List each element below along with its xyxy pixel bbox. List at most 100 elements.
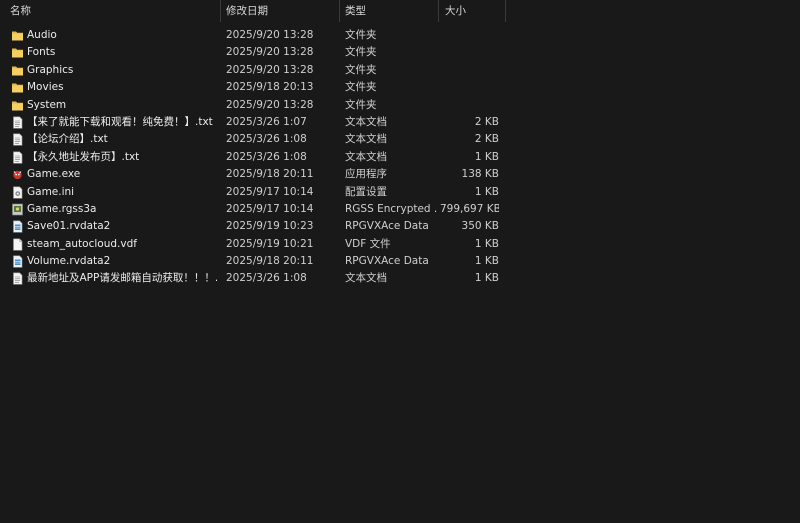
file-size: 1 KB (474, 255, 499, 268)
file-type: 文件夹 (345, 98, 377, 111)
file-modified-date: 2025/3/26 1:07 (226, 115, 307, 128)
file-row[interactable]: steam_autocloud.vdf 2025/9/19 10:21 VDF 文件… (0, 236, 506, 253)
file-name: 【永久地址发布页】.txt (27, 150, 140, 163)
file-row[interactable]: Save01.rvdata2 2025/9/19 10:23 RPGVXAce Da… (0, 218, 506, 235)
file-name: Game.rgss3a (27, 202, 97, 215)
file-modified-date: 2025/9/18 20:11 (226, 168, 314, 181)
file-size: 2 KB (474, 133, 499, 146)
file-size: 1 KB (474, 185, 499, 198)
file-row[interactable]: Audio 2025/9/20 13:28 文件夹 (0, 27, 506, 44)
game-exe-icon (11, 168, 24, 181)
file-name: System (27, 98, 67, 111)
file-size: 350 KB (461, 220, 499, 233)
file-type: 文本文档 (345, 115, 387, 128)
file-modified-date: 2025/9/18 20:11 (226, 255, 314, 268)
file-size (440, 97, 499, 114)
folder-icon (11, 64, 24, 77)
file-name: Game.ini (27, 185, 75, 198)
file-name: Volume.rvdata2 (27, 255, 111, 268)
file-type: 应用程序 (345, 168, 387, 181)
file-name: Game.exe (27, 168, 81, 181)
folder-icon (11, 81, 24, 94)
file-name: 【论坛介绍】.txt (27, 133, 108, 146)
file-type: 文件夹 (345, 29, 377, 41)
file-row[interactable]: Volume.rvdata2 2025/9/18 20:11 RPGVXAce Da… (0, 253, 506, 270)
column-header-date[interactable]: 修改日期 (226, 0, 268, 22)
file-size: 1 KB (474, 272, 499, 285)
file-size (440, 44, 499, 61)
text-file-icon (11, 151, 24, 164)
file-name: steam_autocloud.vdf (27, 237, 137, 250)
file-type: 文本文档 (345, 133, 387, 146)
file-size (440, 79, 499, 96)
file-type: 文本文档 (345, 272, 387, 285)
column-divider[interactable] (505, 0, 506, 22)
file-type: RPGVXAce Data (345, 255, 429, 268)
file-row[interactable]: Graphics 2025/9/20 13:28 文件夹 (0, 62, 506, 79)
data-file-icon (11, 220, 24, 233)
file-size: 799,697 KB (440, 202, 499, 215)
file-size: 1 KB (474, 237, 499, 250)
file-name: 最新地址及APP请发邮箱自动获取！！！.... (27, 272, 217, 285)
file-type: RGSS Encrypted ... (345, 202, 437, 215)
folder-icon (11, 29, 24, 42)
ini-file-icon (11, 186, 24, 199)
file-size (440, 62, 499, 79)
file-size (440, 27, 499, 44)
file-modified-date: 2025/9/20 13:28 (226, 29, 314, 41)
column-header-size[interactable]: 大小 (445, 0, 466, 22)
file-row[interactable]: 最新地址及APP请发邮箱自动获取！！！.... 2025/3/26 1:08 文本文… (0, 270, 506, 287)
file-row[interactable]: 【论坛介绍】.txt 2025/3/26 1:08 文本文档 2 KB (0, 131, 506, 148)
file-modified-date: 2025/9/20 13:28 (226, 98, 314, 111)
file-modified-date: 2025/9/19 10:21 (226, 237, 314, 250)
file-modified-date: 2025/9/20 13:28 (226, 46, 314, 59)
sort-ascending-indicator: ^ (108, 0, 116, 5)
rgss-file-icon (11, 203, 24, 216)
file-row[interactable]: System 2025/9/20 13:28 文件夹 (0, 97, 506, 114)
file-type: 文件夹 (345, 63, 377, 76)
file-row[interactable]: Movies 2025/9/18 20:13 文件夹 (0, 79, 506, 96)
file-type: 配置设置 (345, 185, 387, 198)
column-divider[interactable] (220, 0, 221, 22)
file-type: 文本文档 (345, 150, 387, 163)
file-row[interactable]: Game.rgss3a 2025/9/17 10:14 RGSS Encrypted… (0, 201, 506, 218)
folder-icon (11, 46, 24, 59)
file-type: 文件夹 (345, 81, 377, 94)
file-modified-date: 2025/9/17 10:14 (226, 202, 314, 215)
file-row[interactable]: Fonts 2025/9/20 13:28 文件夹 (0, 44, 506, 61)
file-name: 【来了就能下载和观看！纯免费！】.txt (27, 115, 213, 128)
column-divider[interactable] (438, 0, 439, 22)
file-row[interactable]: Game.ini 2025/9/17 10:14 配置设置 1 KB (0, 184, 506, 201)
file-modified-date: 2025/3/26 1:08 (226, 272, 307, 285)
file-row[interactable]: 【永久地址发布页】.txt 2025/3/26 1:08 文本文档 1 KB (0, 149, 506, 166)
file-modified-date: 2025/9/20 13:28 (226, 63, 314, 76)
data-file-icon (11, 255, 24, 268)
file-type: RPGVXAce Data (345, 220, 429, 233)
file-modified-date: 2025/3/26 1:08 (226, 150, 307, 163)
file-modified-date: 2025/9/17 10:14 (226, 185, 314, 198)
file-name: Audio (27, 29, 57, 41)
column-divider[interactable] (339, 0, 340, 22)
file-size: 2 KB (474, 115, 499, 128)
blank-file-icon (11, 238, 24, 251)
text-file-icon (11, 133, 24, 146)
file-name: Graphics (27, 63, 74, 76)
file-name: Fonts (27, 46, 56, 59)
column-header-type[interactable]: 类型 (345, 0, 366, 22)
text-file-icon (11, 116, 24, 129)
file-modified-date: 2025/9/18 20:13 (226, 81, 314, 94)
file-list: Audio 2025/9/20 13:28 文件夹 Fonts 2025/9/20 13… (0, 27, 506, 288)
file-type: VDF 文件 (345, 237, 391, 250)
column-header-name[interactable]: 名称 (10, 0, 31, 22)
file-size: 138 KB (461, 168, 499, 181)
text-file-icon (11, 272, 24, 286)
file-modified-date: 2025/3/26 1:08 (226, 133, 307, 146)
folder-icon (11, 99, 24, 112)
file-name: Movies (27, 81, 64, 94)
file-row[interactable]: Game.exe 2025/9/18 20:11 应用程序 138 KB (0, 166, 506, 183)
file-size: 1 KB (474, 150, 499, 163)
file-type: 文件夹 (345, 46, 377, 59)
column-header-bar: ^ 名称 修改日期 类型 大小 (0, 0, 506, 22)
file-modified-date: 2025/9/19 10:23 (226, 220, 314, 233)
file-row[interactable]: 【来了就能下载和观看！纯免费！】.txt 2025/3/26 1:07 文本文档 2 … (0, 114, 506, 131)
